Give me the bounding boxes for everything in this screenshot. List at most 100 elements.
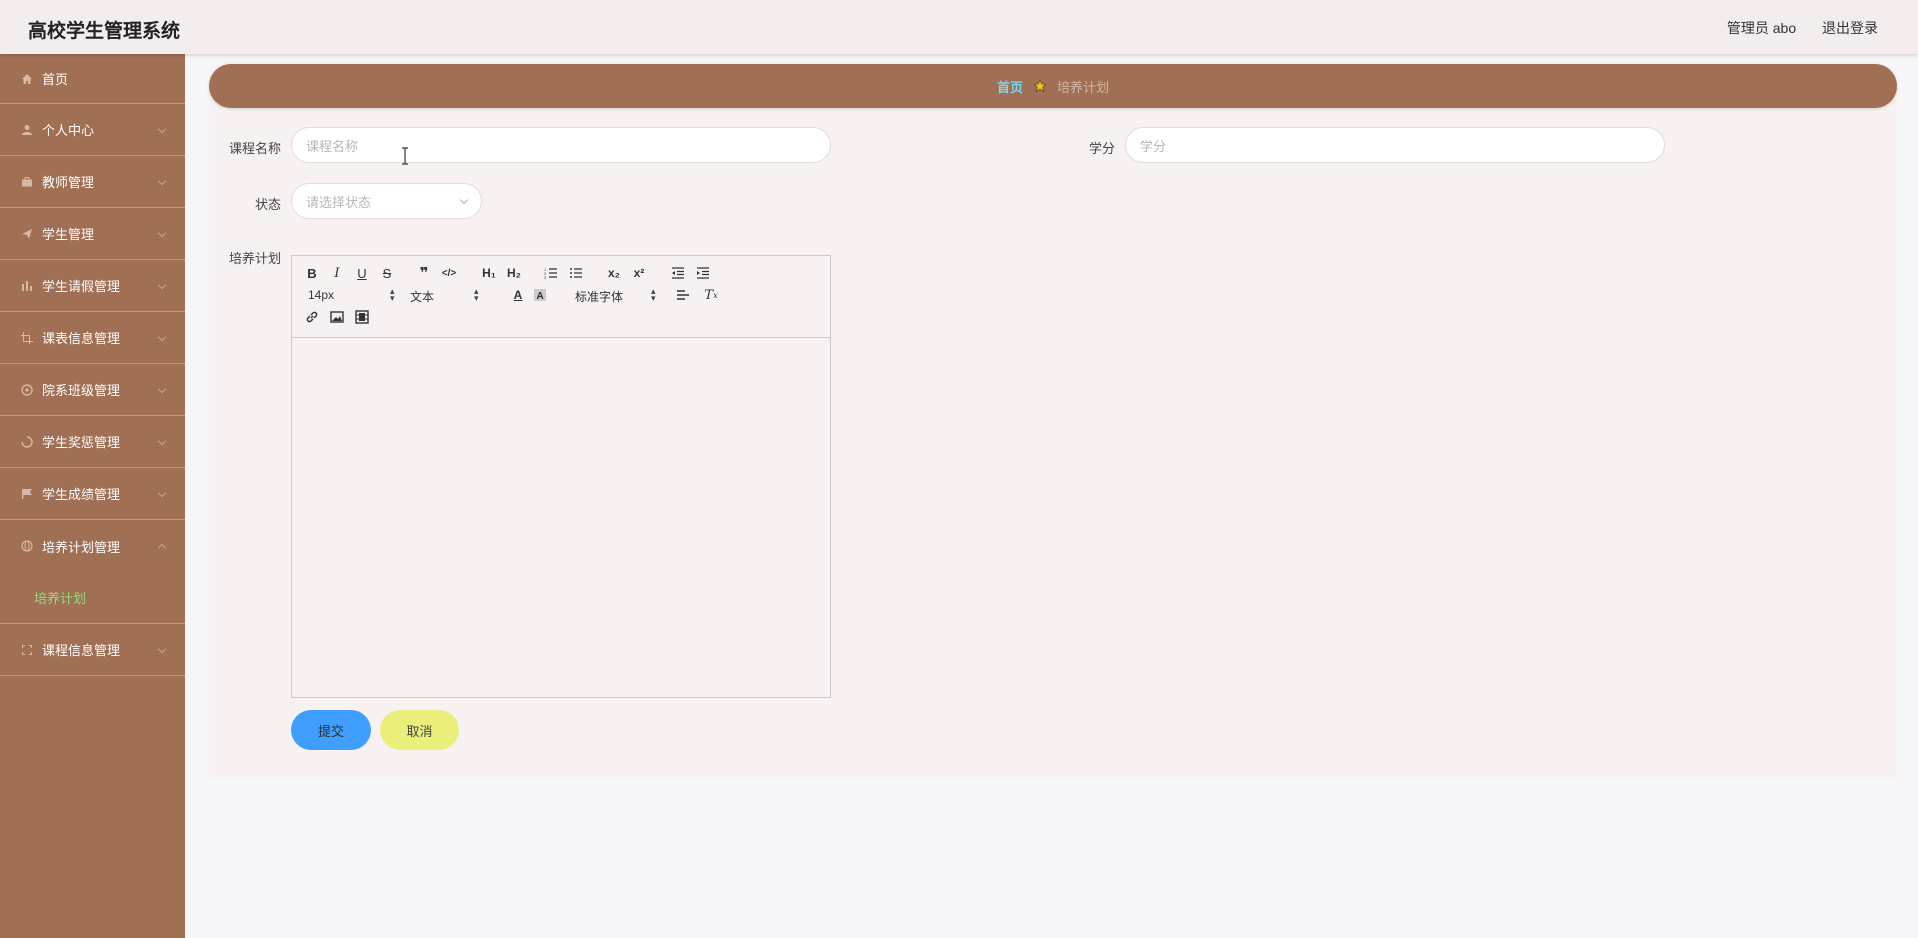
sidebar-item-grades-management[interactable]: 学生成绩管理 (0, 468, 185, 520)
chevron-down-icon (157, 280, 167, 290)
editor-content-area[interactable] (292, 338, 830, 698)
italic-icon[interactable]: I (329, 265, 345, 281)
status-label: 状态 (254, 197, 281, 212)
chart-icon (20, 279, 34, 293)
superscript-icon[interactable]: x² (631, 265, 647, 281)
select-arrows-icon: ▴ ▾ (390, 286, 395, 303)
sidebar-item-label: 个人中心 (42, 123, 95, 138)
video-icon[interactable] (354, 309, 370, 325)
bullet-list-icon[interactable] (568, 265, 584, 281)
font-color-icon[interactable]: A (510, 287, 526, 303)
heading1-icon[interactable]: H₁ (480, 265, 498, 281)
code-block-icon[interactable]: </> (441, 265, 457, 281)
breadcrumb-current: 培养计划 (1057, 79, 1110, 95)
bold-icon[interactable]: B (304, 265, 320, 281)
svg-text:A: A (537, 291, 544, 302)
background-color-icon[interactable]: A (532, 287, 548, 303)
chevron-down-icon (157, 332, 167, 342)
chevron-down-icon (157, 124, 167, 134)
font-family-select[interactable]: 标准字体 ▴ ▾ (575, 286, 665, 305)
sidebar-item-timetable-management[interactable]: 课表信息管理 (0, 312, 185, 364)
sidebar-item-rewards-management[interactable]: 学生奖惩管理 (0, 416, 185, 468)
breadcrumb: 首页 培养计划 (209, 64, 1897, 108)
sidebar-item-leave-management[interactable]: 学生请假管理 (0, 260, 185, 312)
fullscreen-icon (20, 643, 34, 657)
user-icon (20, 123, 34, 137)
sidebar-item-label: 首页 (42, 72, 69, 87)
sidebar-item-course-info-management[interactable]: 课程信息管理 (0, 624, 185, 676)
font-size-value: 14px (308, 288, 335, 302)
credit-label: 学分 (1088, 141, 1115, 156)
status-select[interactable]: 请选择状态 (291, 183, 482, 219)
target-icon (20, 383, 34, 397)
sidebar-item-label: 课程信息管理 (42, 643, 121, 658)
top-header: 高校学生管理系统 管理员 abo 退出登录 (0, 0, 1918, 54)
sidebar-subitem-training-plan[interactable]: 培养计划 (0, 572, 185, 624)
flag-icon (20, 487, 34, 501)
rich-text-editor: B I U S ❞ </> H₁ H₂ 123 x₂ x² 14px ▴ ▾ 文本… (291, 255, 831, 698)
sidebar-item-label: 学生请假管理 (42, 279, 121, 294)
globe-icon (20, 539, 34, 553)
align-icon[interactable] (675, 287, 691, 303)
breadcrumb-home-link[interactable]: 首页 (997, 77, 1023, 96)
chevron-up-icon (157, 543, 167, 553)
indent-icon[interactable] (695, 265, 711, 281)
logout-link[interactable]: 退出登录 (1822, 20, 1878, 36)
status-select-placeholder: 请选择状态 (306, 194, 372, 210)
sidebar-item-label: 学生奖惩管理 (42, 435, 121, 450)
heading2-icon[interactable]: H₂ (505, 265, 523, 281)
outdent-icon[interactable] (670, 265, 686, 281)
sidebar-item-label: 学生成绩管理 (42, 487, 121, 502)
ordered-list-icon[interactable]: 123 (543, 265, 559, 281)
chevron-down-icon (459, 195, 469, 205)
admin-user-label[interactable]: 管理员 abo (1727, 20, 1796, 36)
chevron-down-icon (157, 488, 167, 498)
chevron-down-icon (157, 644, 167, 654)
sidebar-item-label: 课表信息管理 (42, 331, 121, 346)
send-icon (20, 227, 34, 241)
font-family-value: 标准字体 (575, 290, 624, 304)
chevron-down-icon (157, 384, 167, 394)
blockquote-icon[interactable]: ❞ (416, 265, 432, 282)
header-format-select[interactable]: 文本 ▴ ▾ (410, 286, 492, 305)
home-icon (20, 72, 34, 86)
loading-icon (20, 435, 34, 449)
svg-text:3: 3 (544, 275, 547, 280)
credit-input[interactable]: 学分 (1125, 127, 1665, 163)
font-size-select[interactable]: 14px ▴ ▾ (308, 287, 395, 303)
submit-button[interactable]: 提交 (291, 710, 371, 750)
crop-icon (20, 331, 34, 345)
text-cursor-icon (402, 147, 408, 165)
underline-icon[interactable]: U (354, 265, 370, 281)
image-icon[interactable] (329, 309, 345, 325)
clear-format-icon[interactable]: Tx (703, 287, 719, 303)
briefcase-icon (20, 175, 34, 189)
chevron-down-icon (157, 176, 167, 186)
sidebar-item-home[interactable]: 首页 (0, 54, 185, 104)
sidebar-item-label: 院系班级管理 (42, 383, 121, 398)
cancel-button[interactable]: 取消 (380, 710, 459, 750)
sidebar-item-label: 培养计划管理 (42, 539, 121, 555)
header-format-value: 文本 (410, 290, 435, 304)
sidebar-item-label: 教师管理 (42, 175, 95, 190)
app-title: 高校学生管理系统 (28, 20, 181, 42)
select-arrows-icon: ▴ ▾ (474, 286, 479, 303)
header-user-area: 管理员 abo 退出登录 (1705, 18, 1878, 38)
chevron-down-icon (157, 228, 167, 238)
course-name-label: 课程名称 (228, 141, 281, 156)
chevron-down-icon (157, 436, 167, 446)
sidebar-item-student-management[interactable]: 学生管理 (0, 208, 185, 260)
strikethrough-icon[interactable]: S (379, 265, 395, 281)
link-icon[interactable] (304, 309, 320, 325)
editor-toolbar: B I U S ❞ </> H₁ H₂ 123 x₂ x² 14px ▴ ▾ 文本… (292, 256, 830, 338)
subscript-icon[interactable]: x₂ (606, 265, 622, 281)
sidebar-menu: 首页 个人中心 教师管理 学生管理 学生请假管理 课表信息管理 院系班级管理 学… (0, 54, 185, 938)
star-icon (1033, 79, 1047, 93)
sidebar-item-label: 学生管理 (42, 227, 95, 242)
sidebar-item-teacher-management[interactable]: 教师管理 (0, 156, 185, 208)
select-arrows-icon: ▴ ▾ (651, 286, 656, 303)
sidebar-item-training-plan-management[interactable]: 培养计划管理 (0, 520, 185, 572)
sidebar-item-personal-center[interactable]: 个人中心 (0, 104, 185, 156)
sidebar-item-department-class-management[interactable]: 院系班级管理 (0, 364, 185, 416)
course-name-input[interactable]: 课程名称 (291, 127, 831, 163)
